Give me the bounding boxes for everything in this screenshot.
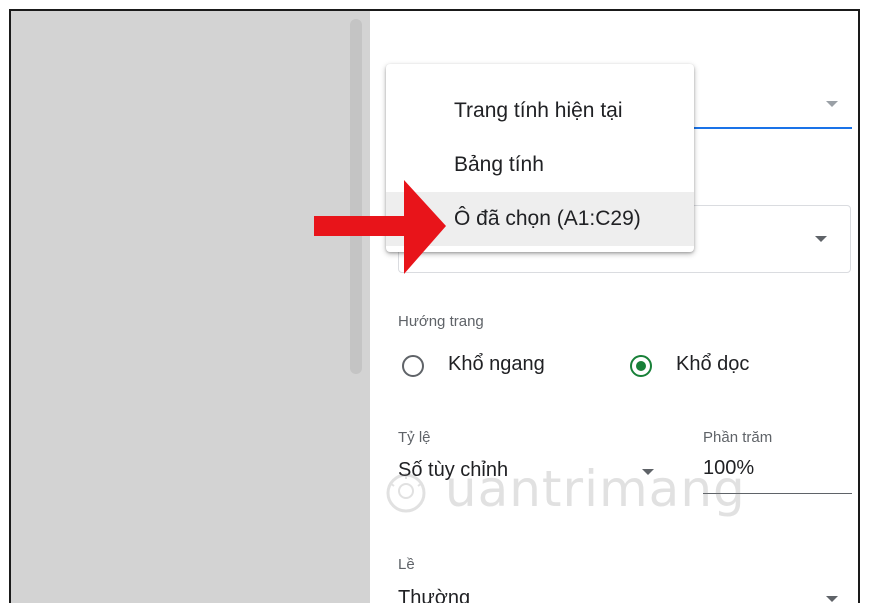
margins-value[interactable]: Thường (398, 587, 470, 603)
margins-label: Lề (398, 556, 415, 573)
print-select-chevron-down-icon[interactable] (826, 101, 838, 107)
landscape-radio[interactable] (402, 355, 424, 377)
portrait-radio[interactable] (630, 355, 652, 377)
lightbulb-icon (386, 472, 426, 512)
watermark-text: uantrimang (444, 460, 746, 518)
landscape-label[interactable]: Khổ ngang (448, 353, 545, 376)
red-arrow-icon (314, 180, 446, 274)
orientation-label: Hướng trang (398, 313, 484, 330)
watermark-logo: uantrimang (384, 460, 746, 518)
percent-label: Phần trăm (703, 429, 773, 446)
scale-label: Tỷ lệ (398, 429, 431, 446)
print-select-underline (670, 127, 852, 129)
menu-item-current-sheet[interactable]: Trang tính hiện tại (386, 84, 694, 138)
portrait-label[interactable]: Khổ dọc (676, 353, 749, 376)
paper-size-chevron-down-icon (815, 236, 827, 242)
print-preview-area (11, 11, 370, 603)
margins-chevron-down-icon[interactable] (826, 596, 838, 602)
